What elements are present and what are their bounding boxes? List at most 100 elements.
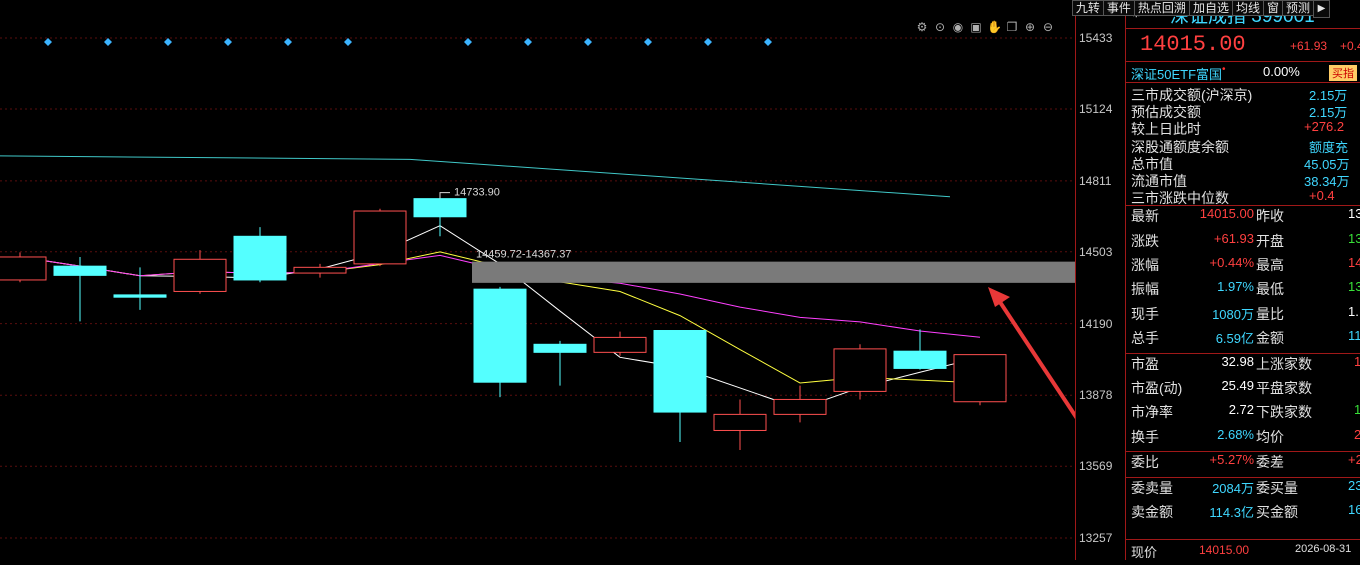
quote-row: 现手 1080万 量比 1. [1126, 304, 1360, 328]
candle-body [953, 354, 1007, 403]
info-value: 45.05万 [1304, 156, 1350, 172]
info-value: +276.2 [1304, 119, 1345, 135]
candle[interactable] [893, 329, 947, 370]
quote-value: 2.68% [1217, 426, 1254, 442]
lock-icon[interactable]: ▣ [969, 20, 983, 34]
target-icon[interactable]: ⊙ [933, 20, 947, 34]
candle-body [593, 336, 647, 353]
candle[interactable] [413, 197, 467, 237]
footer-date: 2026-08-31 [1295, 543, 1352, 555]
candle[interactable] [773, 385, 827, 423]
candle-body [353, 210, 407, 265]
candle-body [293, 266, 347, 274]
candle[interactable] [593, 331, 647, 356]
hand-icon[interactable]: ✋ [987, 20, 1002, 34]
candle-body [113, 294, 167, 298]
toolbar-button-0[interactable]: 九转 [1071, 0, 1103, 16]
quote-label: 下跌家数 [1256, 404, 1312, 421]
quote-label: 委买量 [1256, 479, 1298, 496]
candle-body [833, 348, 887, 392]
price-tick: 14503 [1079, 244, 1113, 259]
signal-marker [344, 38, 352, 46]
gap-label: 14459.72-14367.37 [476, 249, 571, 261]
footer-price: 14015.00 [1199, 543, 1250, 557]
candle[interactable] [113, 267, 167, 310]
quote-grid-main: 最新14015.00昨收13953.涨跌+61.93开盘13764.涨幅+0.4… [1126, 205, 1360, 352]
quote-grid-orders: 委卖量2084万委买量2316卖金额114.3亿买金额162.2 [1126, 476, 1360, 527]
quote-row: 卖金额114.3亿买金额162.2 [1126, 502, 1360, 526]
quote-label: 金额 [1256, 330, 1284, 347]
quote-grid-order-ratio: 委比+5.27%委差+231.98 [1126, 451, 1360, 476]
signal-marker [644, 38, 652, 46]
copy-icon[interactable]: ❐ [1005, 20, 1019, 34]
candle[interactable] [233, 227, 287, 283]
etf-pct: 0.00% [1263, 64, 1300, 79]
quote-label: 买金额 [1256, 504, 1298, 520]
signal-marker [704, 38, 712, 46]
info-value: +0.4 [1309, 188, 1335, 204]
signal-marker [104, 38, 112, 46]
candle-body [53, 265, 107, 276]
info-row: 三市成交额(沪深京) 2.15万 [1126, 85, 1360, 103]
toolbar-button-4[interactable]: 均线 [1231, 0, 1263, 16]
info-value: 2.15万 [1309, 105, 1348, 121]
quote-value: 14015. [1348, 255, 1360, 271]
candle-body [893, 350, 947, 369]
toolbar-button-5[interactable]: 窗 [1262, 0, 1282, 16]
settings-icon[interactable]: ⚙ [915, 20, 929, 34]
candle[interactable] [653, 330, 707, 442]
price-tick: 14811 [1079, 173, 1112, 188]
footer-row: 现价 14015.00 2026-08-31 [1126, 539, 1360, 560]
quote-value: +61.93 [1213, 230, 1254, 246]
etf-row[interactable]: 深证50ETF富国 0.00% 买指 [1126, 61, 1360, 82]
minus-icon[interactable]: ⊖ [1041, 20, 1055, 34]
quote-value: 1080万 [1212, 306, 1254, 322]
quote-row: 最新14015.00昨收13953. [1126, 206, 1360, 230]
toolbar-button-1[interactable]: 事件 [1102, 0, 1134, 16]
quote-value: 6.59亿 [1215, 331, 1254, 347]
price-row: 14015.00 +61.93 +0.44 [1126, 28, 1360, 61]
candle[interactable] [0, 252, 47, 283]
candle[interactable] [473, 286, 527, 398]
quote-label: 量比 [1256, 305, 1284, 322]
gap-zone [472, 261, 1075, 283]
toolbar-button-2[interactable]: 热点回溯 [1133, 0, 1189, 16]
quote-value: 13953. [1348, 206, 1360, 222]
candle[interactable] [953, 354, 1007, 406]
candle[interactable] [293, 263, 347, 278]
kline-chart[interactable]: 14459.72-14367.37 14733.90 [0, 0, 1123, 560]
toolbar-button-6[interactable]: 预测 [1281, 0, 1313, 16]
quote-value: 10 [1354, 402, 1360, 417]
eye-icon[interactable]: ◉ [951, 20, 965, 34]
quote-row: 市盈32.98上涨家数17 [1126, 354, 1360, 378]
quote-row: 市盈(动) 25.49 平盘家数 [1126, 378, 1360, 402]
quote-row: 涨幅+0.44%最高14015. [1126, 255, 1360, 279]
candle[interactable] [713, 399, 767, 450]
quote-value: 11167 [1348, 328, 1360, 344]
quote-row: 振幅1.97%最低13740. [1126, 279, 1360, 303]
toolbar-button-3[interactable]: 加自选 [1188, 0, 1232, 16]
candle[interactable] [833, 344, 887, 400]
signal-marker [464, 38, 472, 46]
quote-row: 涨跌+61.93开盘13764. [1126, 231, 1360, 255]
candle[interactable] [533, 340, 587, 386]
quote-grid-valuation: 市盈32.98上涨家数17市盈(动)25.49平盘家数市净率2.72下跌家数10… [1126, 352, 1360, 452]
kline-svg[interactable]: 14459.72-14367.37 14733.90 [0, 0, 1088, 560]
quote-row: 委卖量2084万委买量2316 [1126, 478, 1360, 502]
quote-label: 平盘家数 [1256, 380, 1312, 397]
candle[interactable] [53, 256, 107, 322]
market-info: 三市成交额(沪深京) 2.15万 预估成交额 2.15万 较上日此时 +276.2 深股通额… [1126, 82, 1360, 206]
high-label: 14733.90 [454, 187, 500, 199]
price-tick: 13569 [1079, 459, 1113, 474]
price-tick: 13878 [1079, 388, 1113, 403]
quote-value: 2084万 [1212, 480, 1254, 496]
info-row: 较上日此时 +276.2 [1126, 119, 1360, 137]
candle[interactable] [353, 208, 407, 267]
chart-tools: ⚙ ⊙ ◉ ▣ ✋ ❐ ⊕ ⊖ [915, 20, 1055, 34]
last-price: 14015.00 [1140, 32, 1246, 57]
plus-icon[interactable]: ⊕ [1023, 20, 1037, 34]
buy-index-button[interactable]: 买指 [1329, 65, 1357, 81]
candle[interactable] [173, 250, 227, 294]
etf-name[interactable]: 深证50ETF富国 [1131, 64, 1226, 83]
candle-body [653, 330, 707, 413]
